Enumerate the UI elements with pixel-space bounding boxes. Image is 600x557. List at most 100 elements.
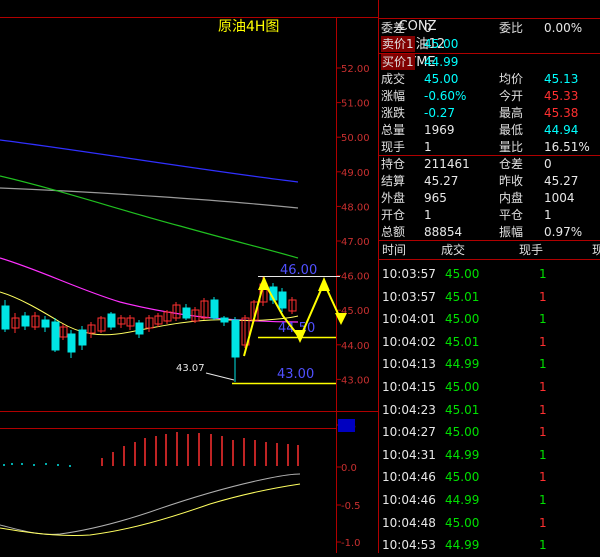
tick-price: 45.00 xyxy=(445,380,480,394)
quote-label: 振幅 xyxy=(499,225,524,239)
candle-body xyxy=(21,315,30,327)
tick-row[interactable]: 10:04:13 44.99 1 xyxy=(379,353,600,376)
candle-body xyxy=(278,291,287,309)
tick-row[interactable]: 10:04:02 45.01 1 xyxy=(379,331,600,354)
tick-row[interactable]: 10:03:57 45.00 1 xyxy=(379,263,600,286)
candle-body xyxy=(41,319,50,328)
quote-value: 1 xyxy=(424,140,432,154)
macd-histogram xyxy=(3,432,299,467)
tick-volume: 1 xyxy=(539,515,547,530)
tick-time: 10:03:57 xyxy=(382,267,436,281)
tick-volume: 1 xyxy=(539,289,547,304)
candlestick-chart[interactable]: 原油4H图 52.00 51.00 50.00 49.00 48.00 47.00 46.0… xyxy=(0,0,378,553)
tick-time: 10:04:23 xyxy=(382,402,436,417)
tick-volume: 1 xyxy=(539,447,547,462)
tick-time: 10:04:13 xyxy=(382,357,436,372)
quote-value: 1969 xyxy=(424,123,455,137)
quote-value: 45.00 xyxy=(424,72,459,86)
annotation-group: 46.00 44.50 43.00 43.07 xyxy=(176,263,347,385)
symbol-header: CONZ 原 油12 NYME xyxy=(382,0,450,70)
quote-value: 211461 xyxy=(424,157,470,171)
tick-row[interactable]: 10:03:57 45.01 1 xyxy=(379,286,600,309)
ma-blue-line xyxy=(0,139,299,183)
macd-dea-line xyxy=(0,483,301,537)
candle-body xyxy=(107,313,116,328)
chart-panel[interactable]: 原油4H图 52.00 51.00 50.00 49.00 48.00 47.00 46.0… xyxy=(0,0,378,553)
tick-price: 45.00 xyxy=(445,515,480,530)
quote-value: 0.00% xyxy=(544,21,583,35)
quote-label: 结算 xyxy=(381,174,406,188)
quote-value: 16.51% xyxy=(544,140,590,154)
divider xyxy=(379,18,600,19)
tick-time: 10:04:15 xyxy=(382,380,436,394)
indicator-axis: 0.60.0-0.5-1.0 xyxy=(336,421,361,549)
tick-time: 10:04:46 xyxy=(382,470,436,485)
quote-label: 最高 xyxy=(499,106,524,120)
quote-value: -0.27 xyxy=(424,106,456,120)
low-label: 43.00 xyxy=(277,367,314,382)
quote-label: 外盘 xyxy=(381,191,406,205)
price-tick-label: 51.00 xyxy=(341,99,370,110)
tick-time: 10:03:57 xyxy=(382,289,436,304)
quote-value: 45.33 xyxy=(544,89,579,103)
candle-body xyxy=(1,305,10,330)
tick-row[interactable]: 10:04:27 45.00 1 xyxy=(379,421,600,444)
quote-value: 44.99 xyxy=(424,55,459,69)
col-price-header: 成交 xyxy=(441,243,466,257)
divider xyxy=(379,155,600,156)
tick-volume: 1 xyxy=(539,334,547,349)
candle-body xyxy=(51,321,60,351)
price-tick-label: 47.00 xyxy=(341,237,370,248)
col-time-header: 时间 xyxy=(382,243,407,257)
quote-value: 45.27 xyxy=(544,174,579,188)
quote-label: 涨幅 xyxy=(381,89,406,103)
quote-value: 45.38 xyxy=(544,106,579,120)
candle-body xyxy=(231,319,240,358)
tick-row[interactable]: 10:04:46 44.99 1 xyxy=(379,489,600,512)
quote-label: 仓差 xyxy=(499,157,524,171)
quote-label: 最低 xyxy=(499,123,524,137)
tick-row[interactable]: 10:04:01 45.00 1 xyxy=(379,308,600,331)
tick-row[interactable]: 10:04:53 44.99 1 xyxy=(379,534,600,557)
quote-label: 开仓 xyxy=(381,208,406,222)
tick-row[interactable]: 10:04:23 45.01 1 xyxy=(379,399,600,422)
arrow-up-icon xyxy=(258,276,270,290)
tick-price: 45.01 xyxy=(445,402,480,417)
ma-gray-line xyxy=(0,187,299,209)
tick-row[interactable]: 10:04:46 45.00 1 xyxy=(379,466,600,489)
low-price-pointer xyxy=(205,372,235,381)
price-tick-label: 50.00 xyxy=(341,133,370,144)
quote-value: 1 xyxy=(544,208,552,222)
ma-green-line xyxy=(0,175,299,259)
tick-price: 45.00 xyxy=(445,312,480,327)
indicator-tick-label: 0.0 xyxy=(341,463,357,474)
quote-label: 成交 xyxy=(381,72,406,86)
quote-value: 88854 xyxy=(424,225,463,239)
divider xyxy=(379,259,600,260)
price-tick-label: 43.00 xyxy=(341,375,370,386)
tick-price: 45.01 xyxy=(445,334,480,349)
tick-time: 10:04:31 xyxy=(382,447,436,462)
divider xyxy=(379,240,600,241)
tick-price: 45.00 xyxy=(445,470,480,485)
tick-row[interactable]: 10:04:31 44.99 1 xyxy=(379,444,600,467)
quote-value: 1 xyxy=(424,208,432,222)
tick-row[interactable]: 10:04:48 45.00 1 xyxy=(379,512,600,535)
quote-label: 量比 xyxy=(499,140,524,154)
quote-label: 卖价1 xyxy=(381,36,415,52)
quote-panel: CONZ 原 油12 NYME 委差 0 委比 0.00% 卖价1 45.00 买价1 44.… xyxy=(378,0,600,553)
indicator-tick-label: -1.0 xyxy=(341,538,361,549)
tick-row[interactable]: 10:04:15 45.00 1 xyxy=(379,376,600,399)
tick-volume: 1 xyxy=(539,425,547,440)
quote-value: 965 xyxy=(424,191,447,205)
price-tick-label: 46.00 xyxy=(341,272,370,283)
low-price-label: 43.07 xyxy=(176,363,205,374)
tick-volume: 1 xyxy=(539,470,547,485)
quote-label: 现手 xyxy=(381,140,406,154)
quote-label: 总量 xyxy=(381,123,406,137)
tick-volume: 1 xyxy=(539,312,547,327)
quote-value: 0.97% xyxy=(544,225,583,239)
quote-value: -0.60% xyxy=(424,89,467,103)
tick-time: 10:04:01 xyxy=(382,312,436,327)
candle-body xyxy=(182,307,191,319)
